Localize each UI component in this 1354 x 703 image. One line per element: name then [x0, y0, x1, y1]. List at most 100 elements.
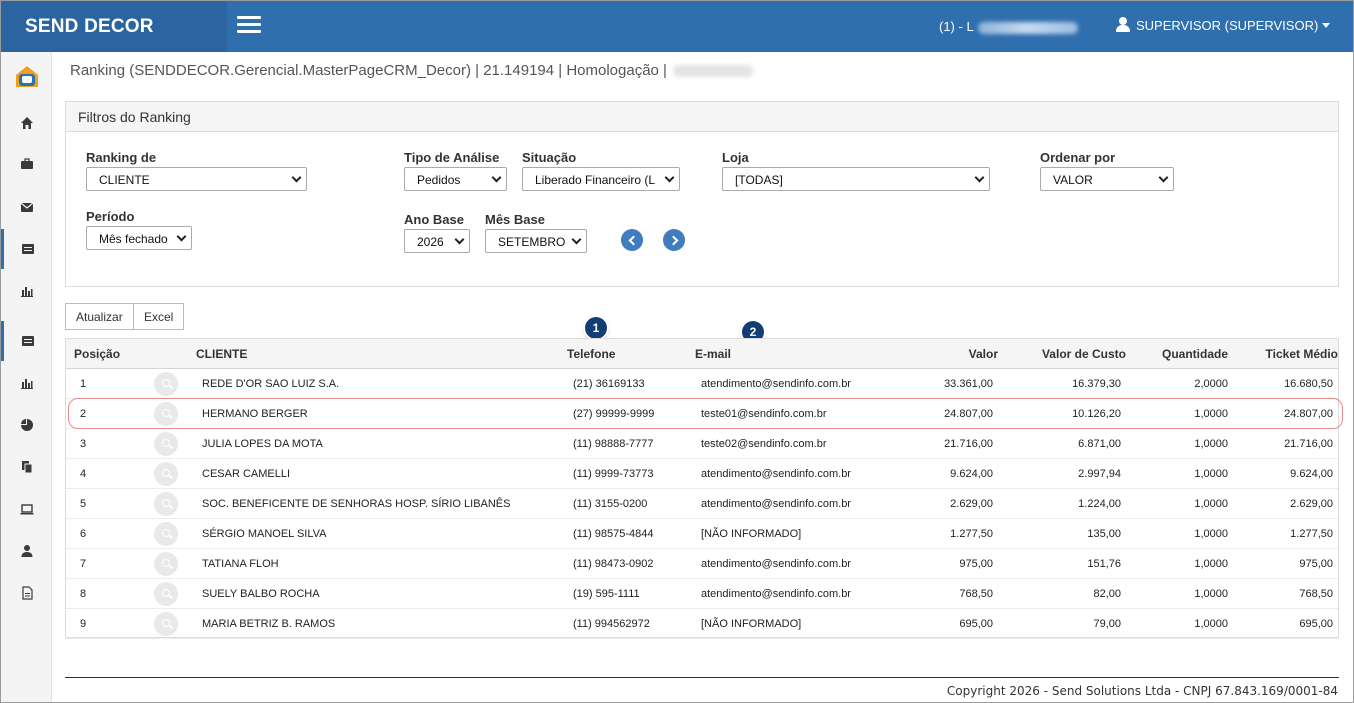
cell-valor: 21.716,00 [944, 438, 993, 450]
cell-quantidade: 1,0000 [1194, 468, 1228, 480]
header-email[interactable]: E-mail [695, 347, 731, 361]
cell-telefone: (11) 9999-73773 [573, 468, 654, 480]
bar-chart-icon[interactable] [1, 363, 52, 403]
table-row[interactable]: 9 MARIA BETRIZ B. RAMOS (11) 994562972 [NÃO… [66, 609, 1338, 639]
situacao-select[interactable]: Liberado Financeiro (L [522, 167, 680, 191]
cell-posicao: 3 [80, 438, 87, 450]
cell-valor: 33.361,00 [944, 378, 993, 390]
search-icon[interactable] [154, 552, 178, 576]
search-icon[interactable] [154, 402, 178, 426]
search-icon[interactable] [154, 522, 178, 546]
envelope-icon[interactable] [1, 187, 52, 227]
ordenar-por-label: Ordenar por [1040, 150, 1116, 165]
ranking-table: Posição CLIENTE Telefone E-mail Valor Va… [65, 338, 1339, 639]
previous-month-button[interactable] [621, 229, 643, 251]
tipo-analise-select[interactable]: Pedidos [404, 167, 507, 191]
header-quantidade[interactable]: Quantidade [1162, 347, 1228, 361]
cell-quantidade: 1,0000 [1194, 408, 1228, 420]
list-card-icon[interactable] [1, 229, 52, 269]
cell-cliente: REDE D'OR SAO LUIZ S.A. [202, 378, 340, 390]
table-row[interactable]: 2 HERMANO BERGER (27) 99999-9999 teste01@se… [66, 399, 1338, 429]
footer-divider [65, 677, 1339, 678]
table-header: Posição CLIENTE Telefone E-mail Valor Va… [66, 339, 1338, 369]
user-name: SUPERVISOR (SUPERVISOR) [1136, 18, 1319, 33]
search-icon[interactable] [154, 492, 178, 516]
table-row[interactable]: 4 CESAR CAMELLI (11) 9999-73773 atendimento… [66, 459, 1338, 489]
list-card-icon[interactable] [1, 321, 52, 361]
cell-valor-custo: 79,00 [1093, 618, 1121, 630]
cell-telefone: (27) 99999-9999 [573, 408, 655, 420]
search-icon[interactable] [154, 612, 178, 636]
mes-base-label: Mês Base [485, 212, 545, 227]
cell-cliente: SUELY BALBO ROCHA [202, 588, 320, 600]
pie-chart-icon[interactable] [1, 405, 52, 445]
tipo-analise-label: Tipo de Análise [404, 150, 500, 165]
user-menu[interactable]: SUPERVISOR (SUPERVISOR) [1116, 17, 1331, 33]
caret-down-icon [1322, 23, 1331, 28]
cell-posicao: 7 [80, 558, 87, 570]
cell-email: [NÃO INFORMADO] [701, 528, 802, 540]
cell-telefone: (11) 3155-0200 [573, 498, 648, 510]
table-row[interactable]: 1 REDE D'OR SAO LUIZ S.A. (21) 36169133 ate… [66, 369, 1338, 399]
cell-ticket-medio: 1.277,50 [1290, 528, 1333, 540]
situacao-label: Situação [522, 150, 577, 165]
cell-quantidade: 1,0000 [1194, 618, 1228, 630]
cell-quantidade: 1,0000 [1194, 498, 1228, 510]
top-bar: SEND DECOR (1) - L SUPERVISOR (SUPERVISO… [1, 1, 1353, 52]
next-month-button[interactable] [663, 229, 685, 251]
header-ticket-medio[interactable]: Ticket Médio [1266, 347, 1338, 361]
menu-toggle-icon[interactable] [237, 16, 261, 34]
mes-base-select[interactable]: SETEMBRO [485, 229, 587, 253]
search-icon[interactable] [154, 372, 178, 396]
cell-ticket-medio: 9.624,00 [1290, 468, 1333, 480]
search-icon[interactable] [154, 432, 178, 456]
copy-icon[interactable] [1, 447, 52, 487]
table-row[interactable]: 6 SÉRGIO MANOEL SILVA (11) 98575-4844 [NÃO … [66, 519, 1338, 549]
update-button[interactable]: Atualizar [65, 303, 134, 330]
cell-posicao: 9 [80, 618, 87, 630]
header-cliente[interactable]: CLIENTE [196, 347, 247, 361]
cell-telefone: (19) 595-1111 [573, 588, 640, 600]
header-valor[interactable]: Valor [969, 347, 998, 361]
user-icon[interactable] [1, 531, 52, 571]
sidebar-logo-icon[interactable] [1, 57, 52, 97]
filter-panel-title: Filtros do Ranking [66, 102, 1338, 132]
loja-select[interactable]: [TODAS] [722, 167, 990, 191]
ranking-de-select[interactable]: CLIENTE [86, 167, 307, 191]
table-row[interactable]: 7 TATIANA FLOH (11) 98473-0902 atendimento@… [66, 549, 1338, 579]
excel-button[interactable]: Excel [133, 303, 184, 330]
cell-ticket-medio: 695,00 [1299, 618, 1333, 630]
cell-cliente: HERMANO BERGER [202, 408, 308, 420]
cell-email: atendimento@sendinfo.com.br [701, 378, 851, 390]
cell-email: teste02@sendinfo.com.br [701, 438, 827, 450]
table-row[interactable]: 3 JULIA LOPES DA MOTA (11) 98888-7777 teste… [66, 429, 1338, 459]
cell-cliente: MARIA BETRIZ B. RAMOS [202, 618, 336, 630]
cell-valor-custo: 82,00 [1093, 588, 1121, 600]
search-icon[interactable] [154, 462, 178, 486]
brand-logo[interactable]: SEND DECOR [1, 1, 227, 52]
header-telefone[interactable]: Telefone [567, 347, 615, 361]
cell-telefone: (11) 994562972 [573, 618, 650, 630]
cell-valor: 695,00 [959, 618, 993, 630]
cell-email: teste01@sendinfo.com.br [701, 408, 827, 420]
annotation-badge-1: 1 [585, 317, 607, 339]
cell-valor: 24.807,00 [944, 408, 993, 420]
cell-ticket-medio: 2.629,00 [1290, 498, 1333, 510]
bar-chart-icon[interactable] [1, 271, 52, 311]
header-valor-custo[interactable]: Valor de Custo [1042, 347, 1126, 361]
periodo-label: Período [86, 209, 135, 224]
ano-base-select[interactable]: 2026 [404, 229, 470, 253]
header-posicao[interactable]: Posição [74, 347, 120, 361]
filter-panel: Filtros do Ranking Ranking de CLIENTE Ti… [65, 101, 1339, 287]
search-icon[interactable] [154, 582, 178, 606]
home-icon[interactable] [1, 103, 52, 143]
briefcase-icon[interactable] [1, 144, 52, 184]
periodo-select[interactable]: Mês fechado [86, 226, 192, 250]
laptop-icon[interactable] [1, 489, 52, 529]
table-row[interactable]: 5 SOC. BENEFICENTE DE SENHORAS HOSP. SÍRI… [66, 489, 1338, 519]
file-icon[interactable] [1, 573, 52, 613]
loja-label: Loja [722, 150, 749, 165]
ordenar-por-select[interactable]: VALOR [1040, 167, 1174, 191]
cell-posicao: 1 [80, 378, 87, 390]
table-row[interactable]: 8 SUELY BALBO ROCHA (19) 595-1111 atendimen… [66, 579, 1338, 609]
